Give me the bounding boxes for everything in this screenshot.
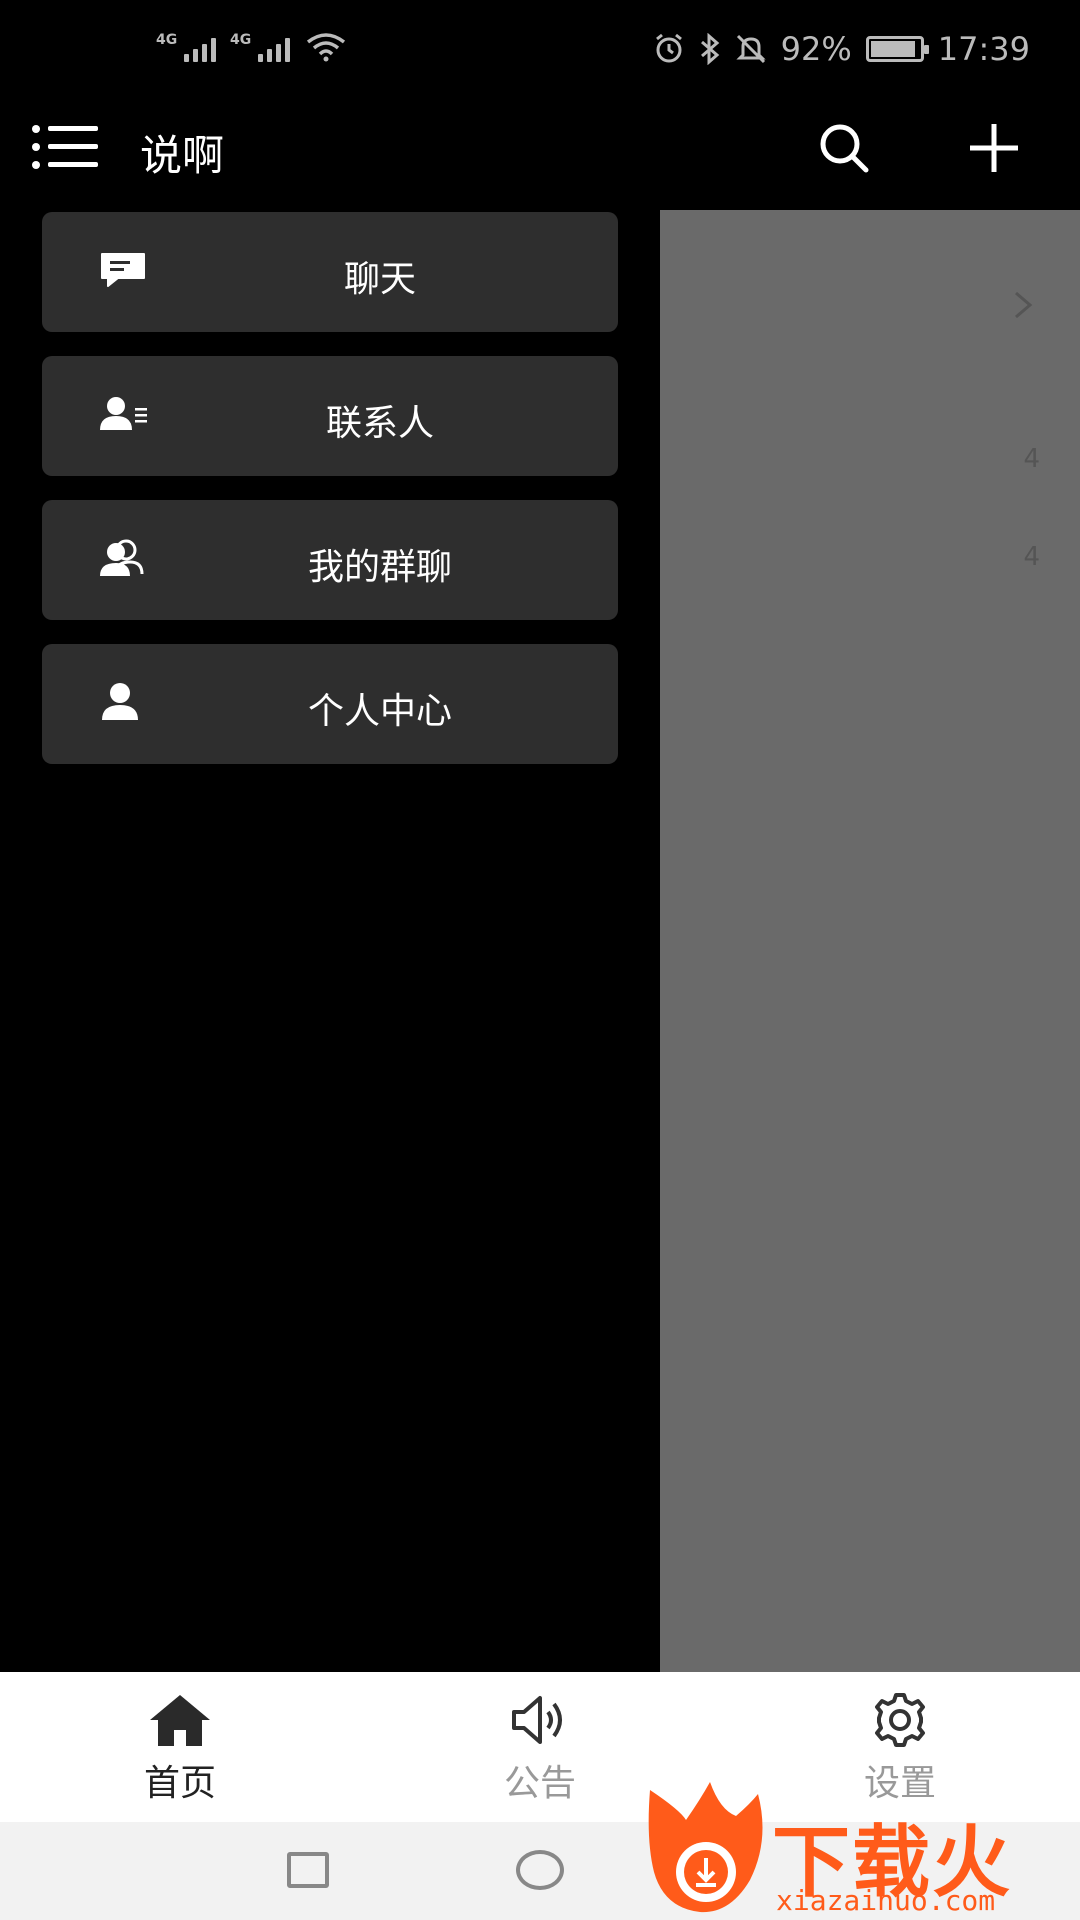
add-icon[interactable] xyxy=(966,120,1022,176)
network-indicators: 4G 4G xyxy=(156,32,346,62)
network-type-label: 4G xyxy=(230,32,252,48)
battery-percent: 92% xyxy=(780,30,852,68)
menu-icon[interactable] xyxy=(32,124,100,170)
watermark-url: xiazaihuo.com xyxy=(776,1884,996,1917)
navigation-drawer: 聊天 联系人 我的群聊 个人中心 xyxy=(0,210,660,1672)
tab-label: 首页 xyxy=(143,1763,216,1804)
app-title: 说啊 xyxy=(140,131,225,180)
megaphone-icon xyxy=(512,1696,562,1744)
drawer-item-contacts[interactable]: 联系人 xyxy=(42,356,618,476)
recent-apps-button[interactable] xyxy=(287,1852,329,1888)
dimmed-content-scrim[interactable]: 4 4 xyxy=(660,210,1080,1672)
app-toolbar: 说啊 xyxy=(0,100,1080,210)
drawer-item-profile[interactable]: 个人中心 xyxy=(42,644,618,764)
signal-icon: 4G xyxy=(156,32,216,62)
home-system-button[interactable] xyxy=(516,1850,564,1890)
watermark: 下载火 xiazaihuo.com xyxy=(640,1780,1080,1920)
battery-icon xyxy=(865,36,929,62)
flame-logo-icon xyxy=(648,1782,763,1913)
unread-count: 4 xyxy=(1023,444,1040,474)
bluetooth-icon xyxy=(700,33,719,65)
tab-home[interactable]: 首页 xyxy=(80,1692,280,1806)
signal-icon: 4G xyxy=(230,32,290,62)
drawer-item-label: 联系人 xyxy=(325,403,434,444)
status-indicators: 92% 17:39 xyxy=(653,30,1030,68)
drawer-item-label: 个人中心 xyxy=(307,691,452,732)
tab-announcements[interactable]: 公告 xyxy=(440,1692,640,1806)
gear-icon xyxy=(875,1693,925,1747)
drawer-item-groups[interactable]: 我的群聊 xyxy=(42,500,618,620)
drawer-item-label: 我的群聊 xyxy=(307,547,452,588)
tab-label: 公告 xyxy=(503,1763,576,1804)
drawer-item-label: 聊天 xyxy=(343,259,416,300)
unread-count: 4 xyxy=(1023,542,1040,572)
chevron-right-icon xyxy=(1015,291,1033,319)
mute-icon xyxy=(736,34,766,64)
drawer-item-chat[interactable]: 聊天 xyxy=(42,212,618,332)
home-icon xyxy=(150,1695,210,1746)
clock: 17:39 xyxy=(937,30,1030,68)
search-icon[interactable] xyxy=(816,120,872,176)
status-bar: 4G 4G 92% 17:39 xyxy=(0,0,1080,100)
alarm-icon xyxy=(655,33,682,63)
wifi-icon xyxy=(306,33,346,62)
network-type-label: 4G xyxy=(156,32,178,48)
